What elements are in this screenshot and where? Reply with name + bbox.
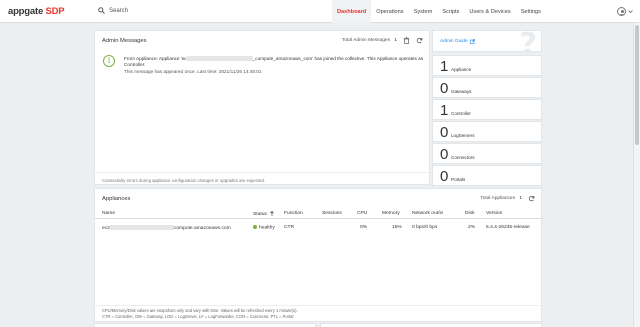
appliances-title: Appliances — [102, 196, 131, 202]
col-sessions[interactable]: Sessions — [322, 211, 342, 216]
appliances-tools: Total Appliances 1 — [480, 195, 535, 202]
cell-cpu: 0% — [360, 225, 368, 230]
nav-operations[interactable]: Operations — [371, 0, 408, 23]
admin-message: From Appliance: Appliance 'ec _compute_am… — [124, 56, 424, 76]
col-cpu[interactable]: CPU — [357, 211, 367, 216]
message-prefix: From Appliance: Appliance 'ec — [124, 56, 187, 61]
col-status[interactable]: Status — [253, 211, 274, 217]
logo-accent-text: SDP — [45, 6, 65, 17]
admin-messages-panel: Admin Messages Total Admin Messages 1 i … — [94, 30, 431, 185]
healthy-status-dot-icon — [253, 225, 257, 229]
trash-icon[interactable] — [403, 37, 410, 44]
logo-main-text: appgate — [8, 6, 44, 17]
cell-disk: 2% — [468, 225, 476, 230]
refresh-icon[interactable] — [416, 37, 423, 44]
stat-label: LogServers — [451, 133, 475, 138]
top-bar: appgate SDP Search Dashboard Operations … — [0, 0, 640, 23]
chevron-down-icon — [628, 10, 633, 14]
appliances-footer: CPU/Memory/Disk values are snapshots onl… — [102, 308, 298, 319]
admin-messages-tools: Total Admin Messages 1 — [342, 37, 423, 44]
admin-message-text: From Appliance: Appliance 'ec _compute_am… — [124, 56, 424, 68]
admin-messages-footer: Connectivity errors during appliance con… — [102, 178, 266, 183]
search-input[interactable]: Search — [109, 8, 128, 14]
divider — [95, 305, 543, 306]
total-admin-messages-value: 1 — [394, 38, 397, 43]
nav-system[interactable]: System — [409, 0, 438, 23]
stat-label: Gateways — [451, 89, 472, 94]
stat-gateways[interactable]: 0 Gateways — [432, 77, 542, 98]
admin-messages-total: Total Admin Messages 1 — [342, 38, 397, 43]
col-status-label: Status — [253, 211, 267, 217]
name-suffix: compute.amazonaws.com — [173, 225, 231, 231]
col-memory[interactable]: Memory — [382, 211, 400, 216]
stat-logservers[interactable]: 0 LogServers — [432, 121, 542, 142]
admin-guide-link[interactable]: Admin Guide — [440, 39, 475, 44]
admin-guide-label: Admin Guide — [440, 39, 468, 44]
next-panel-edge — [320, 323, 542, 327]
cell-function: CTR — [284, 225, 295, 230]
nav-users-devices[interactable]: Users & Devices — [464, 0, 515, 23]
stat-portals[interactable]: 0 Portals — [432, 165, 542, 186]
external-link-icon — [469, 39, 475, 44]
stat-value: 0 — [440, 146, 449, 163]
col-version[interactable]: Version — [486, 211, 502, 216]
main-nav: Dashboard Operations System Scripts User… — [332, 0, 546, 23]
nav-scripts[interactable]: Scripts — [437, 0, 464, 23]
info-icon: i — [103, 55, 115, 67]
admin-messages-title: Admin Messages — [102, 38, 147, 44]
col-function[interactable]: Function — [284, 211, 303, 216]
global-search[interactable]: Search — [98, 7, 128, 14]
total-appliances-label: Total Appliances — [480, 196, 515, 201]
total-appliances-value: 1 — [519, 196, 522, 201]
cell-status: healthy — [253, 225, 275, 230]
stat-label: Connectors — [451, 155, 475, 160]
stat-label: Controller — [451, 111, 471, 116]
redacted-hostname — [109, 225, 174, 230]
appliances-total: Total Appliances 1 — [480, 196, 522, 201]
name-prefix: ec2 — [102, 225, 110, 231]
stat-value: 0 — [440, 80, 449, 97]
stat-value: 1 — [440, 102, 449, 119]
question-mark-icon: ? — [519, 30, 537, 52]
stat-label: Appliance — [451, 67, 472, 72]
cell-network: 0 bps/0 bps — [412, 225, 438, 230]
col-network[interactable]: Network out/in — [412, 211, 443, 216]
appliances-footer-note: CPU/Memory/Disk values are snapshots onl… — [102, 308, 298, 313]
user-circle-icon — [617, 7, 626, 16]
stat-value: 0 — [440, 168, 449, 185]
scrollbar-thumb[interactable] — [635, 25, 639, 145]
stat-controller[interactable]: 1 Controller — [432, 99, 542, 120]
nav-settings[interactable]: Settings — [516, 0, 546, 23]
stat-appliance[interactable]: 1 Appliance — [432, 55, 542, 76]
next-panel-edge — [94, 323, 316, 327]
col-name[interactable]: Name — [102, 211, 115, 216]
total-admin-messages-label: Total Admin Messages — [341, 38, 390, 43]
refresh-icon[interactable] — [528, 195, 535, 202]
admin-guide-panel: ? Admin Guide — [432, 30, 542, 52]
appliances-footer-legend: CTR = Controller, GW = Gateway, LOG = Lo… — [102, 313, 294, 319]
appgate-logo[interactable]: appgate SDP — [8, 6, 65, 17]
divider — [95, 172, 431, 173]
col-disk[interactable]: Disk — [465, 211, 475, 216]
user-menu[interactable] — [617, 7, 633, 16]
page-scrollbar[interactable] — [633, 23, 640, 327]
table-header-divider — [95, 218, 543, 219]
stat-label: Portals — [451, 177, 466, 182]
status-text: healthy — [259, 225, 275, 231]
search-icon — [98, 7, 105, 14]
cell-memory: 16% — [392, 225, 402, 230]
stat-connectors[interactable]: 0 Connectors — [432, 143, 542, 164]
cell-version: 5.4.4-26245-release — [486, 225, 530, 230]
appliances-panel: Appliances Total Appliances 1 Name Statu… — [94, 188, 543, 322]
redacted-hostname — [186, 56, 253, 62]
nav-dashboard[interactable]: Dashboard — [332, 0, 372, 23]
stat-value: 1 — [440, 58, 449, 75]
admin-message-meta: This message has appeared once. Last tim… — [124, 69, 262, 75]
stat-value: 0 — [440, 124, 449, 141]
cell-name[interactable]: ec2 compute.amazonaws.com — [102, 225, 231, 231]
sort-arrow-up-icon — [270, 211, 274, 216]
